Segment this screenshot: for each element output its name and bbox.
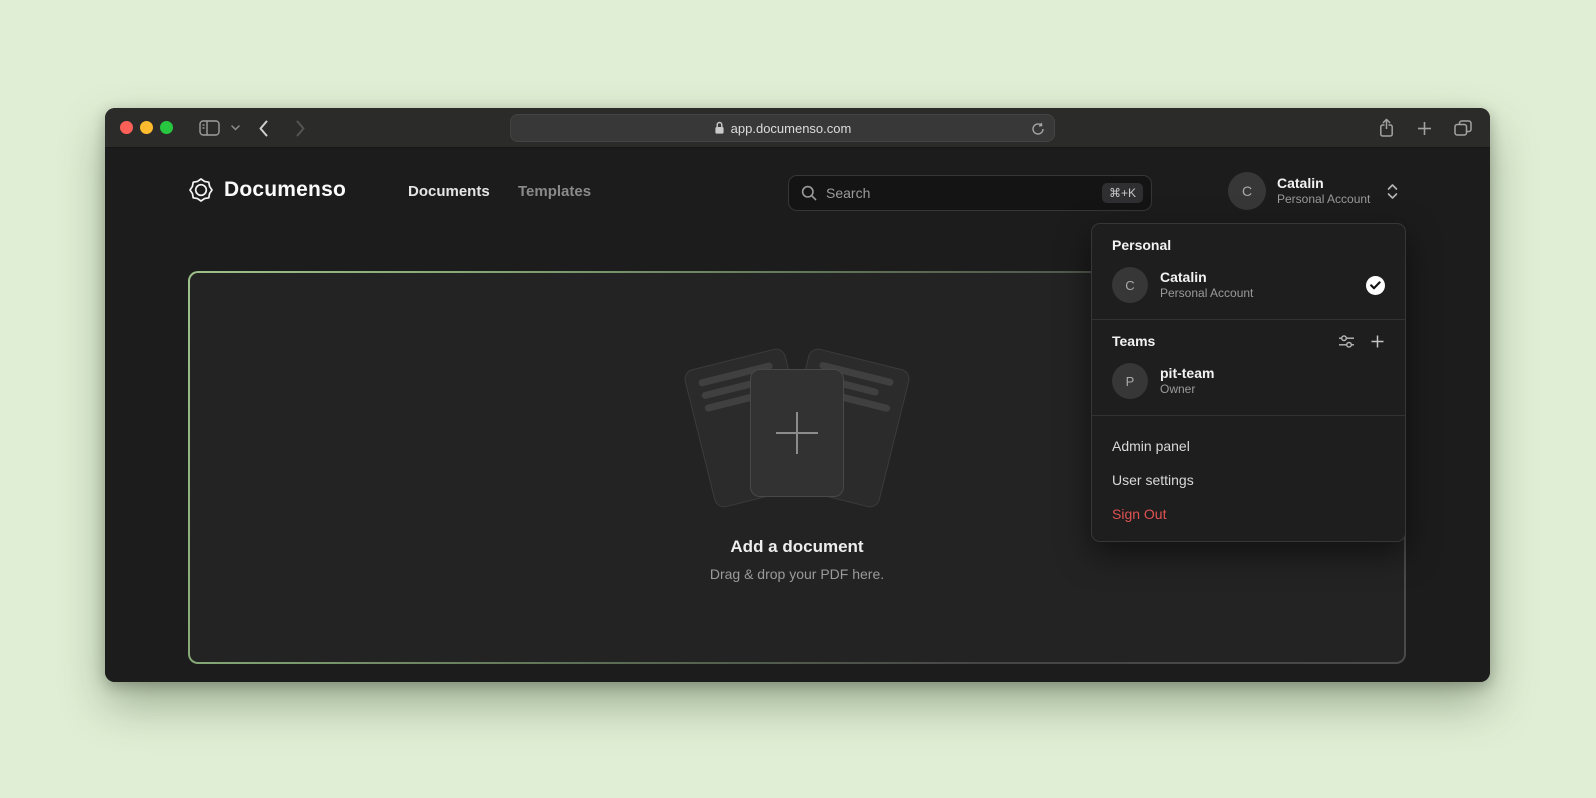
account-avatar: C — [1228, 172, 1266, 210]
sidebar-toggle-button[interactable] — [199, 108, 220, 148]
create-team-button[interactable] — [1370, 334, 1385, 349]
toolbar-dropdown-button[interactable] — [231, 108, 240, 148]
menu-divider — [1092, 415, 1405, 416]
nav-documents[interactable]: Documents — [408, 183, 490, 200]
plus-icon — [1370, 334, 1385, 349]
address-bar[interactable]: app.documenso.com — [510, 114, 1055, 142]
back-button[interactable] — [258, 108, 269, 148]
url-text: app.documenso.com — [731, 121, 852, 136]
toolbar-right-buttons — [1378, 108, 1472, 148]
menu-item-user-settings[interactable]: User settings — [1092, 463, 1405, 497]
tabs-icon — [1454, 120, 1472, 136]
manage-teams-button[interactable] — [1338, 334, 1355, 349]
account-dropdown-menu: Personal C Catalin Personal Account — [1091, 223, 1406, 542]
lock-icon — [714, 121, 725, 135]
teams-section-heading: Teams — [1112, 333, 1155, 349]
personal-section-heading: Personal — [1112, 237, 1385, 253]
reload-button[interactable] — [1031, 122, 1045, 136]
sliders-icon — [1338, 334, 1355, 349]
brand: Documenso — [188, 177, 346, 203]
brand-name: Documenso — [224, 178, 346, 202]
dropzone-subtitle: Drag & drop your PDF here. — [710, 566, 884, 582]
documenso-app: Documenso Documents Templates ⌘+K C Cata… — [105, 149, 1490, 682]
personal-account-item[interactable]: C Catalin Personal Account — [1112, 264, 1385, 306]
chevron-up-down-icon — [1387, 183, 1398, 200]
window-controls — [120, 121, 173, 134]
team-avatar: P — [1112, 363, 1148, 399]
menu-item-admin-panel[interactable]: Admin panel — [1092, 429, 1405, 463]
account-menu-button[interactable]: C Catalin Personal Account — [1228, 172, 1398, 210]
documenso-logo-icon — [188, 177, 214, 203]
browser-toolbar: app.documenso.com — [105, 108, 1490, 148]
search-box[interactable]: ⌘+K — [788, 175, 1152, 211]
menu-divider — [1092, 319, 1405, 320]
forward-button[interactable] — [295, 108, 306, 148]
search-icon — [801, 185, 817, 201]
plus-icon — [774, 410, 820, 456]
search-input[interactable] — [826, 185, 1102, 201]
search-shortcut-badge: ⌘+K — [1102, 183, 1143, 203]
plus-icon — [1417, 121, 1432, 136]
personal-name: Catalin — [1160, 268, 1354, 286]
tab-overview-button[interactable] — [1454, 108, 1472, 148]
share-button[interactable] — [1378, 108, 1395, 148]
minimize-window-button[interactable] — [140, 121, 153, 134]
close-window-button[interactable] — [120, 121, 133, 134]
nav-templates[interactable]: Templates — [518, 183, 591, 200]
chevron-left-icon — [258, 120, 269, 137]
dropzone-title: Add a document — [730, 537, 863, 557]
new-tab-button[interactable] — [1417, 108, 1432, 148]
share-icon — [1378, 118, 1395, 138]
personal-subtitle: Personal Account — [1160, 286, 1354, 302]
selected-check-icon — [1366, 276, 1385, 295]
document-stack-illustration — [682, 353, 912, 503]
browser-window: app.documenso.com — [105, 108, 1490, 682]
account-name: Catalin — [1277, 175, 1370, 193]
account-subtitle: Personal Account — [1277, 192, 1370, 207]
fullscreen-window-button[interactable] — [160, 121, 173, 134]
team-role: Owner — [1160, 382, 1385, 398]
sidebar-icon — [199, 120, 220, 136]
team-name: pit-team — [1160, 364, 1385, 382]
menu-item-sign-out[interactable]: Sign Out — [1092, 497, 1405, 531]
chevron-right-icon — [295, 120, 306, 137]
personal-avatar: C — [1112, 267, 1148, 303]
team-item[interactable]: P pit-team Owner — [1112, 360, 1385, 402]
add-document-card — [750, 369, 844, 497]
chevron-down-icon — [231, 125, 240, 131]
